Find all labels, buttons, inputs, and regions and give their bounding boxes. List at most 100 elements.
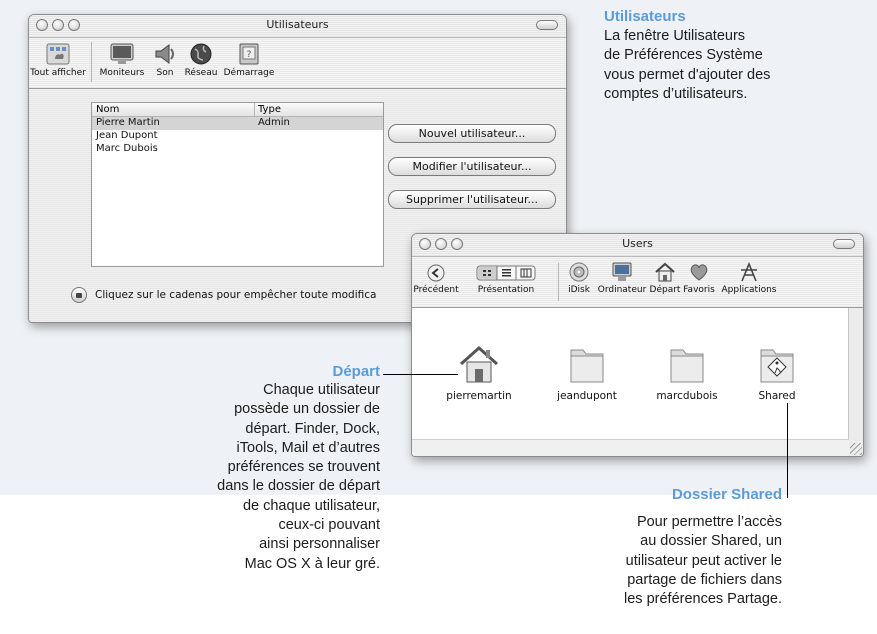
annotation-line: départ. Finder, Dock, xyxy=(245,420,380,437)
annotation-line: préférences se trouvent xyxy=(227,459,380,476)
annotation-line: ceux-ci pouvant xyxy=(278,517,380,534)
computer-label: Ordinateur xyxy=(597,285,647,295)
startup-disk-icon: ? xyxy=(239,43,259,65)
annotation-utilisateurs-title: Utilisateurs xyxy=(604,8,686,25)
folder-item[interactable]: Shared xyxy=(742,342,812,402)
toolbar-startup-label: Démarrage xyxy=(223,68,275,78)
folder-item[interactable]: jeandupont xyxy=(542,342,632,402)
annotation-line: de chaque utilisateur, xyxy=(242,497,380,514)
favorites-button[interactable]: Favoris xyxy=(682,261,716,295)
globe-icon xyxy=(190,43,212,65)
annotation-line: comptes d’utilisateurs. xyxy=(604,85,748,102)
edit-user-button[interactable]: Modifier l'utilisateur... xyxy=(388,157,556,176)
toolbar-toggle-button[interactable] xyxy=(833,239,855,249)
back-arrow-icon xyxy=(427,264,445,282)
toolbar-toggle-button[interactable] xyxy=(536,20,558,30)
annotation-shared-connector xyxy=(787,403,788,498)
show-all-icon xyxy=(46,43,70,65)
table-row[interactable]: Pierre Martin Admin xyxy=(92,117,383,130)
toolbar-startup[interactable]: ? Démarrage xyxy=(220,42,278,78)
toolbar-monitors-label: Moniteurs xyxy=(99,68,145,78)
users-titlebar[interactable]: Utilisateurs xyxy=(29,15,566,38)
annotation-line: La fenêtre Utilisateurs xyxy=(604,28,746,44)
users-table[interactable]: Nom Type Pierre Martin Admin Jean Dupont… xyxy=(91,102,384,267)
folder-label: pierremartin xyxy=(446,390,512,402)
annotation-shared-body: Pour permettre l’accès au dossier Shared… xyxy=(624,513,782,609)
toolbar-network[interactable]: Réseau xyxy=(181,42,221,78)
vertical-scrollbar[interactable] xyxy=(848,308,863,456)
finder-titlebar[interactable]: Users xyxy=(412,234,863,257)
column-divider xyxy=(254,103,255,116)
annotation-depart-connector xyxy=(383,374,458,375)
toolbar-separator xyxy=(91,42,92,82)
annotation-line: ainsi personnaliser xyxy=(259,536,380,553)
row-name: Marc Dubois xyxy=(96,143,158,154)
home-button[interactable]: Départ xyxy=(648,261,682,295)
toolbar-monitors[interactable]: Moniteurs xyxy=(95,42,149,78)
annotation-line: possède un dossier de xyxy=(234,401,380,418)
folder-item[interactable]: marcdubois xyxy=(642,342,732,402)
annotation-line: Chaque utilisateur xyxy=(263,382,380,398)
toolbar-sound-label: Son xyxy=(156,68,174,78)
idisk-label: iDisk xyxy=(568,285,590,295)
home-label: Départ xyxy=(649,285,681,295)
view-control[interactable]: Présentation xyxy=(462,263,550,295)
folder-label: Shared xyxy=(758,390,796,402)
column-name-header[interactable]: Nom xyxy=(96,104,119,115)
row-name: Jean Dupont xyxy=(96,130,158,141)
home-icon xyxy=(655,262,675,282)
table-header: Nom Type xyxy=(92,103,383,117)
column-type-header[interactable]: Type xyxy=(258,104,281,115)
new-user-button[interactable]: Nouvel utilisateur... xyxy=(388,124,556,143)
annotation-utilisateurs-body: La fenêtre Utilisateurs de Préférences S… xyxy=(604,27,770,104)
idisk-icon xyxy=(569,262,589,282)
finder-window-title: Users xyxy=(622,237,653,250)
speaker-icon xyxy=(155,44,174,64)
users-toolbar: Tout afficher Moniteurs Son Réseau ? Dém… xyxy=(29,38,566,89)
finder-toolbar: Précédent Présentation iDisk Ordinateur … xyxy=(412,257,863,308)
users-window-title: Utilisateurs xyxy=(266,18,329,31)
favorites-label: Favoris xyxy=(683,285,715,295)
toolbar-sound[interactable]: Son xyxy=(149,42,181,78)
toolbar-show-all[interactable]: Tout afficher xyxy=(29,42,87,78)
applications-icon xyxy=(741,261,757,282)
folder-label: jeandupont xyxy=(557,390,617,402)
back-button[interactable]: Précédent xyxy=(412,263,460,295)
row-type: Admin xyxy=(258,117,290,128)
delete-user-button[interactable]: Supprimer l'utilisateur... xyxy=(388,190,556,209)
folder-item[interactable]: pierremartin xyxy=(434,342,524,402)
finder-status-strip xyxy=(412,439,849,456)
monitor-icon xyxy=(110,43,134,64)
annotation-line: utilisateur peut activer le xyxy=(625,552,782,569)
annotation-line: au dossier Shared, un xyxy=(640,533,782,550)
resize-grip[interactable] xyxy=(850,443,862,455)
folder-label: marcdubois xyxy=(656,390,718,402)
finder-window: Users Précédent Présentation iDisk Ordin… xyxy=(411,233,864,457)
annotation-depart-title: Départ xyxy=(332,363,380,380)
lock-icon[interactable] xyxy=(71,287,87,303)
annotation-line: Mac OS X à leur gré. xyxy=(244,555,380,572)
lock-text: Cliquez sur le cadenas pour empêcher tou… xyxy=(95,289,377,301)
annotation-line: de Préférences Système xyxy=(604,47,763,64)
svg-text:?: ? xyxy=(247,50,252,60)
heart-icon xyxy=(690,264,708,281)
annotation-line: vous permet d'ajouter des xyxy=(604,66,771,83)
annotation-line: Pour permettre l’accès xyxy=(636,514,782,530)
toolbar-show-all-label: Tout afficher xyxy=(30,68,86,78)
annotation-line: iTools, Mail et d’autres xyxy=(236,439,380,456)
table-row[interactable]: Marc Dubois xyxy=(92,143,383,156)
annotation-line: dans le dossier de départ xyxy=(217,478,380,495)
view-label: Présentation xyxy=(477,285,535,295)
row-name: Pierre Martin xyxy=(96,117,160,128)
annotation-shared-title: Dossier Shared xyxy=(671,486,782,503)
table-row[interactable]: Jean Dupont xyxy=(92,130,383,143)
folder-icon xyxy=(670,349,704,383)
toolbar-separator xyxy=(558,263,559,301)
applications-button[interactable]: Applications xyxy=(716,261,782,295)
applications-label: Applications xyxy=(721,285,777,295)
annotation-line: les préférences Partage. xyxy=(624,591,782,608)
toolbar-network-label: Réseau xyxy=(184,68,218,78)
idisk-button[interactable]: iDisk xyxy=(562,261,596,295)
annotation-depart-body: Chaque utilisateur possède un dossier de… xyxy=(217,381,380,574)
computer-button[interactable]: Ordinateur xyxy=(596,261,648,295)
